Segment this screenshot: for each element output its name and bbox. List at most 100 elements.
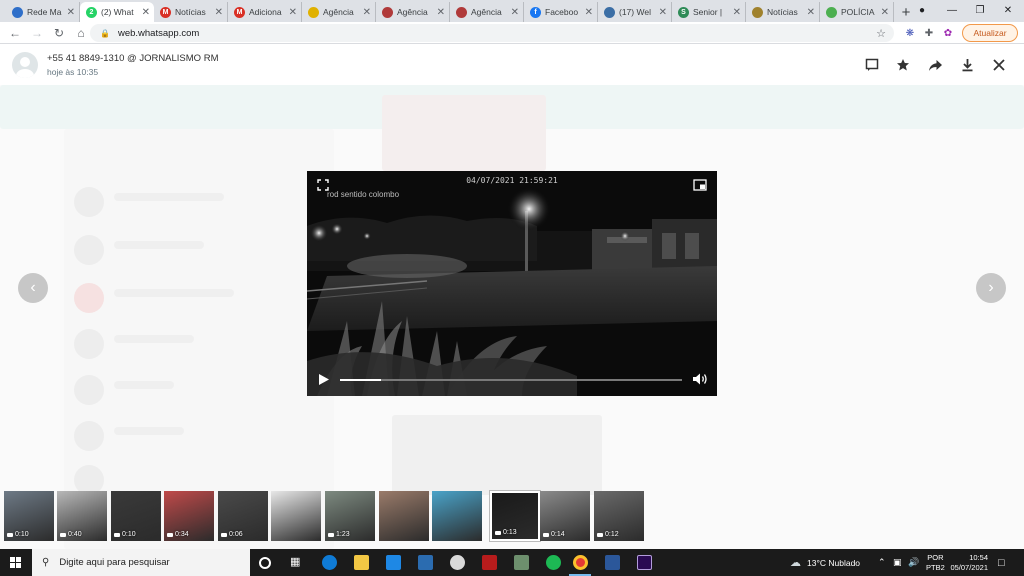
media-viewer: +55 41 8849-1310 @ JORNALISMO RM hoje às… [0, 45, 1024, 549]
picture-in-picture-icon[interactable] [693, 178, 707, 191]
browser-tab[interactable]: Rede Ma ✕ [6, 2, 80, 22]
media-thumbnail[interactable] [432, 491, 482, 541]
mail-icon[interactable] [418, 555, 433, 570]
browser-tab[interactable]: (17) Wel ✕ [598, 2, 672, 22]
notifications-icon[interactable]: □ [998, 549, 1005, 576]
system-clock[interactable]: 10:54 05/07/2021 [948, 549, 988, 576]
media-thumbnail[interactable] [379, 491, 429, 541]
tab-list: Rede Ma ✕ 2 (2) What ✕ M Notícias ✕ M Adiciona ✕ Ag… [0, 2, 894, 22]
update-button[interactable]: Atualizar [962, 24, 1018, 42]
minimize-window-button[interactable]: — [938, 0, 966, 20]
restore-window-button[interactable]: ❐ [966, 0, 994, 20]
app-icon[interactable] [482, 555, 497, 570]
tab-close-icon[interactable]: ✕ [67, 7, 75, 18]
chat-message-icon[interactable] [862, 55, 882, 75]
tab-favicon-icon: f [530, 6, 541, 18]
tab-close-icon[interactable]: ✕ [363, 7, 371, 18]
video-frame [307, 171, 717, 396]
volume-tray-icon[interactable]: 🔊 [908, 549, 919, 576]
browser-tab[interactable]: Agência ✕ [376, 2, 450, 22]
extension-icon[interactable]: ❋ [902, 25, 918, 41]
task-view-icon[interactable]: ▦ [290, 555, 305, 570]
forward-icon[interactable] [925, 55, 945, 75]
video-osd-camera-label: rod sentido colombo [327, 190, 400, 199]
edge-icon[interactable] [322, 555, 337, 570]
language-indicator[interactable]: POR PTB2 [926, 549, 945, 576]
spotify-icon[interactable] [546, 555, 561, 570]
media-thumbnail[interactable]: 0:12 [594, 491, 644, 541]
star-icon[interactable] [893, 55, 913, 75]
tab-close-icon[interactable]: ✕ [437, 7, 445, 18]
tab-close-icon[interactable]: ✕ [659, 7, 667, 18]
play-icon[interactable] [318, 373, 330, 386]
media-thumbnail[interactable]: 0:34 [164, 491, 214, 541]
browser-tab[interactable]: POLÍCIA ✕ [820, 2, 894, 22]
browser-tab[interactable]: M Adiciona ✕ [228, 2, 302, 22]
next-media-button[interactable]: › [976, 273, 1006, 303]
taskbar-search-box[interactable]: ⚲ Digite aqui para pesquisar [32, 549, 250, 576]
app-icon[interactable] [450, 555, 465, 570]
app-icon[interactable] [514, 555, 529, 570]
tab-close-icon[interactable]: ✕ [511, 7, 519, 18]
tab-close-icon[interactable]: ✕ [215, 7, 223, 18]
browser-tab[interactable]: f Faceboo ✕ [524, 2, 598, 22]
close-icon[interactable] [989, 55, 1009, 75]
background-line [114, 427, 184, 435]
windows-taskbar: ⚲ Digite aqui para pesquisar ▦ ☁ 13°C Nu… [0, 549, 1024, 576]
browser-tab[interactable]: Agência ✕ [302, 2, 376, 22]
media-thumbnail[interactable]: 0:10 [111, 491, 161, 541]
sender-avatar[interactable] [12, 52, 38, 78]
browser-tab[interactable]: M Notícias ✕ [154, 2, 228, 22]
tab-close-icon[interactable]: ✕ [881, 7, 889, 18]
tab-label: POLÍCIA [841, 7, 875, 17]
download-icon[interactable] [957, 55, 977, 75]
chrome-icon[interactable] [573, 555, 588, 570]
tray-up-arrow-icon[interactable]: ⌃ [878, 549, 886, 576]
fullscreen-icon[interactable] [317, 178, 329, 191]
video-camera-icon [597, 532, 603, 537]
tab-close-icon[interactable]: ✕ [289, 7, 297, 18]
network-icon[interactable]: ▣ [893, 549, 902, 576]
word-icon[interactable] [605, 555, 620, 570]
weather-widget[interactable]: ☁ 13°C Nublado [790, 549, 860, 576]
reload-icon[interactable]: ↻ [48, 22, 70, 44]
media-thumbnail[interactable]: 0:06 [218, 491, 268, 541]
browser-tab[interactable]: S Senior | ✕ [672, 2, 746, 22]
video-player[interactable]: 04/07/2021 21:59:21 rod sentido colombo [307, 171, 717, 396]
browser-tab-strip: Rede Ma ✕ 2 (2) What ✕ M Notícias ✕ M Adiciona ✕ Ag… [0, 0, 1024, 22]
thumbnail-duration-text: 0:13 [503, 529, 517, 536]
browser-tab[interactable]: 2 (2) What ✕ [80, 2, 154, 22]
forward-arrow-icon[interactable]: → [26, 22, 48, 44]
media-thumbnail[interactable] [271, 491, 321, 541]
premiere-icon[interactable] [637, 555, 652, 570]
address-bar[interactable]: 🔒 web.whatsapp.com ☆ [90, 24, 894, 42]
video-progress-bar[interactable] [340, 379, 682, 381]
browser-tab[interactable]: Notícias ✕ [746, 2, 820, 22]
previous-media-button[interactable]: ‹ [18, 273, 48, 303]
thumbnail-duration: 1:23 [328, 531, 350, 538]
home-icon[interactable]: ⌂ [70, 22, 92, 44]
tab-close-icon[interactable]: ✕ [807, 7, 815, 18]
store-icon[interactable] [386, 555, 401, 570]
browser-tab[interactable]: Agência ✕ [450, 2, 524, 22]
back-arrow-icon[interactable]: ← [4, 22, 26, 44]
cortana-icon[interactable] [259, 557, 271, 569]
profile-avatar-icon[interactable]: ✿ [940, 25, 956, 41]
tab-close-icon[interactable]: ✕ [733, 7, 741, 18]
media-thumbnail[interactable]: 0:13 [489, 490, 541, 542]
close-window-button[interactable]: ✕ [994, 0, 1022, 20]
windows-start-icon[interactable] [10, 557, 21, 568]
puzzle-extensions-icon[interactable]: ✚ [921, 25, 937, 41]
bookmark-star-icon[interactable]: ☆ [876, 27, 886, 40]
chrome-profile-icon[interactable]: ● [908, 0, 936, 20]
video-osd-timestamp: 04/07/2021 21:59:21 [466, 176, 558, 185]
volume-icon[interactable] [692, 372, 708, 386]
tab-close-icon[interactable]: ✕ [142, 7, 150, 18]
media-thumbnail[interactable]: 0:10 [4, 491, 54, 541]
media-thumbnail[interactable]: 0:40 [57, 491, 107, 541]
media-thumbnail[interactable]: 1:23 [325, 491, 375, 541]
media-thumbnail[interactable]: 0:14 [540, 491, 590, 541]
thumbnail-duration-text: 0:40 [68, 531, 82, 538]
tab-close-icon[interactable]: ✕ [585, 7, 593, 18]
file-explorer-icon[interactable] [354, 555, 369, 570]
